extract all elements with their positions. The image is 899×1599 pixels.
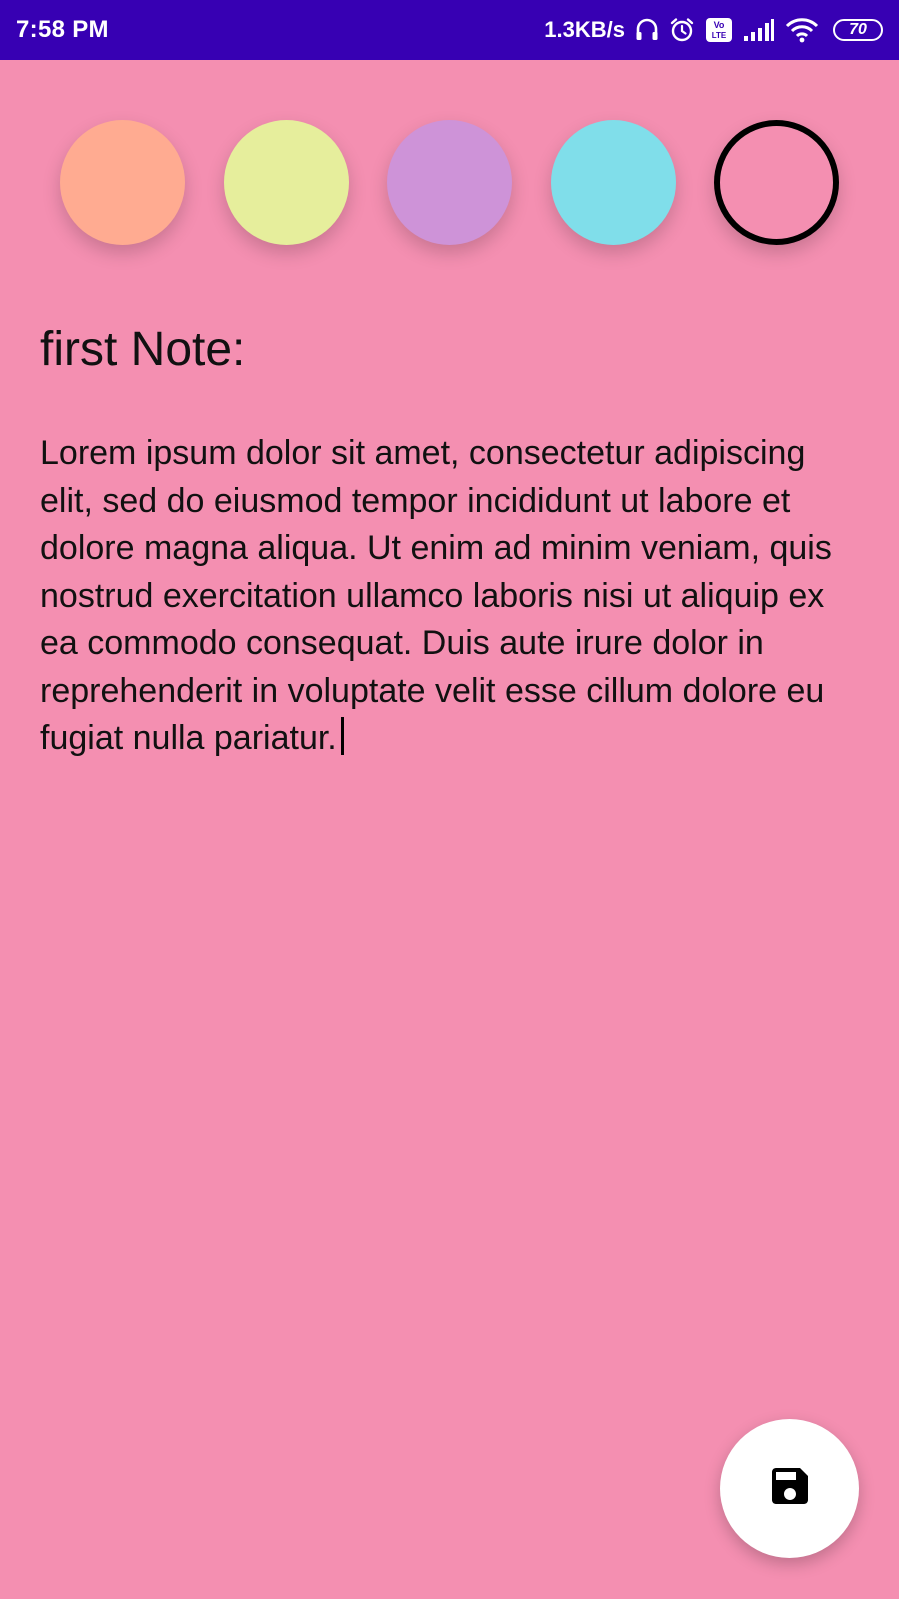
alarm-icon	[669, 17, 695, 43]
note-body-field[interactable]: Lorem ipsum dolor sit amet, consectetur …	[40, 430, 865, 763]
save-icon	[766, 1462, 814, 1515]
svg-text:Vo: Vo	[714, 20, 725, 30]
note-body-text: Lorem ipsum dolor sit amet, consectetur …	[40, 434, 832, 757]
status-bar: 7:58 PM 1.3KB/s Vo LTE 70	[0, 0, 899, 60]
headphones-icon	[635, 17, 659, 43]
color-swatch-yellow[interactable]	[224, 120, 349, 245]
color-swatch-purple[interactable]	[387, 120, 512, 245]
note-editor-screen: 7:58 PM 1.3KB/s Vo LTE 70 first Note: Lo…	[0, 0, 899, 1599]
wifi-icon	[785, 17, 819, 43]
color-swatch-orange[interactable]	[60, 120, 185, 245]
signal-icon	[743, 18, 775, 42]
save-button[interactable]	[720, 1419, 859, 1558]
status-time: 7:58 PM	[16, 16, 109, 43]
network-speed: 1.3KB/s	[544, 17, 625, 42]
note-title-text: first Note:	[40, 323, 246, 376]
color-swatch-pink[interactable]	[714, 120, 839, 245]
color-swatch-cyan[interactable]	[551, 120, 676, 245]
color-picker	[0, 120, 899, 246]
svg-text:LTE: LTE	[712, 31, 727, 40]
battery-icon: 70	[833, 19, 883, 41]
status-icons: 1.3KB/s Vo LTE 70	[544, 17, 883, 43]
note-title-field[interactable]: first Note:	[40, 318, 860, 382]
text-cursor	[340, 717, 344, 755]
battery-level: 70	[849, 21, 867, 38]
volte-icon: Vo LTE	[705, 17, 733, 43]
